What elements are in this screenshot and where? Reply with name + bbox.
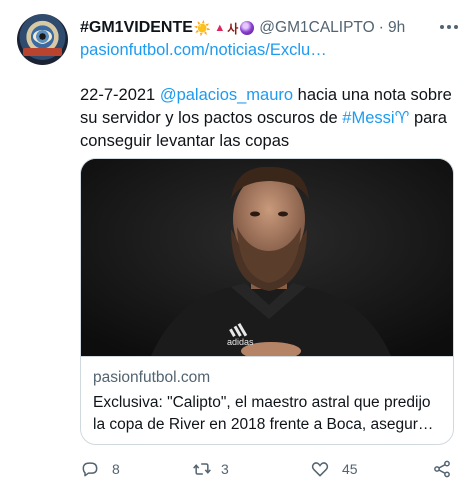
- tweet-date: 22-7-2021: [80, 86, 156, 104]
- separator: ·: [378, 19, 384, 36]
- card-title-line2: la copa de River en 2018 frente a Boca, …: [93, 416, 441, 433]
- book-icon: [23, 48, 62, 56]
- display-name[interactable]: #GM1VIDENTE: [80, 19, 193, 37]
- crystal-ball-icon: [240, 21, 255, 35]
- retweet-icon: [193, 463, 211, 475]
- tweet-actions: 8 3 45: [80, 458, 460, 480]
- profile-link[interactable]: pasionfutbol.com/noticias/Exclu…: [80, 41, 327, 60]
- portrait-image: adidas: [81, 159, 453, 356]
- hashtag-link[interactable]: #Messi: [342, 109, 394, 127]
- hangul-emoji: 사: [227, 21, 239, 36]
- triangle-emoji: ▲: [214, 22, 226, 34]
- share-button[interactable]: [432, 459, 452, 479]
- retweet-count: 3: [221, 461, 229, 477]
- card-domain: pasionfutbol.com: [93, 369, 211, 386]
- tweet-header: #GM1VIDENTE ☀️ ▲ 사 @GM1CALIPTO · 9h: [80, 17, 461, 39]
- avatar[interactable]: [17, 14, 68, 65]
- brand-logo-text: adidas: [227, 337, 254, 347]
- aries-emoji: ♈: [394, 109, 410, 127]
- like-button[interactable]: 45: [310, 459, 358, 479]
- reply-icon: [82, 462, 98, 477]
- card-image[interactable]: adidas: [81, 159, 453, 356]
- timestamp[interactable]: 9h: [388, 19, 405, 37]
- mention-link[interactable]: @palacios_mauro: [160, 86, 293, 104]
- tweet[interactable]: #GM1VIDENTE ☀️ ▲ 사 @GM1CALIPTO · 9h pasi…: [0, 0, 471, 500]
- reply-count: 8: [112, 461, 120, 477]
- tweet-text: 22-7-2021 @palacios_mauro hacia una nota…: [80, 84, 460, 153]
- eye-icon: [33, 30, 52, 43]
- card-title-line1: Exclusiva: "Calipto", el maestro astral …: [93, 394, 431, 411]
- like-count: 45: [342, 461, 358, 477]
- retweet-button[interactable]: 3: [192, 459, 229, 479]
- like-icon: [311, 462, 329, 477]
- more-options-icon[interactable]: [437, 17, 461, 37]
- link-card[interactable]: adidas pasionfutbol.com Exclusiva: "Cali…: [80, 158, 454, 445]
- reply-button[interactable]: 8: [80, 459, 120, 479]
- card-meta[interactable]: pasionfutbol.com Exclusiva: "Calipto", e…: [81, 356, 453, 444]
- sun-emoji: ☀️: [193, 19, 212, 36]
- share-icon: [434, 460, 450, 478]
- user-handle[interactable]: @GM1CALIPTO: [259, 19, 374, 37]
